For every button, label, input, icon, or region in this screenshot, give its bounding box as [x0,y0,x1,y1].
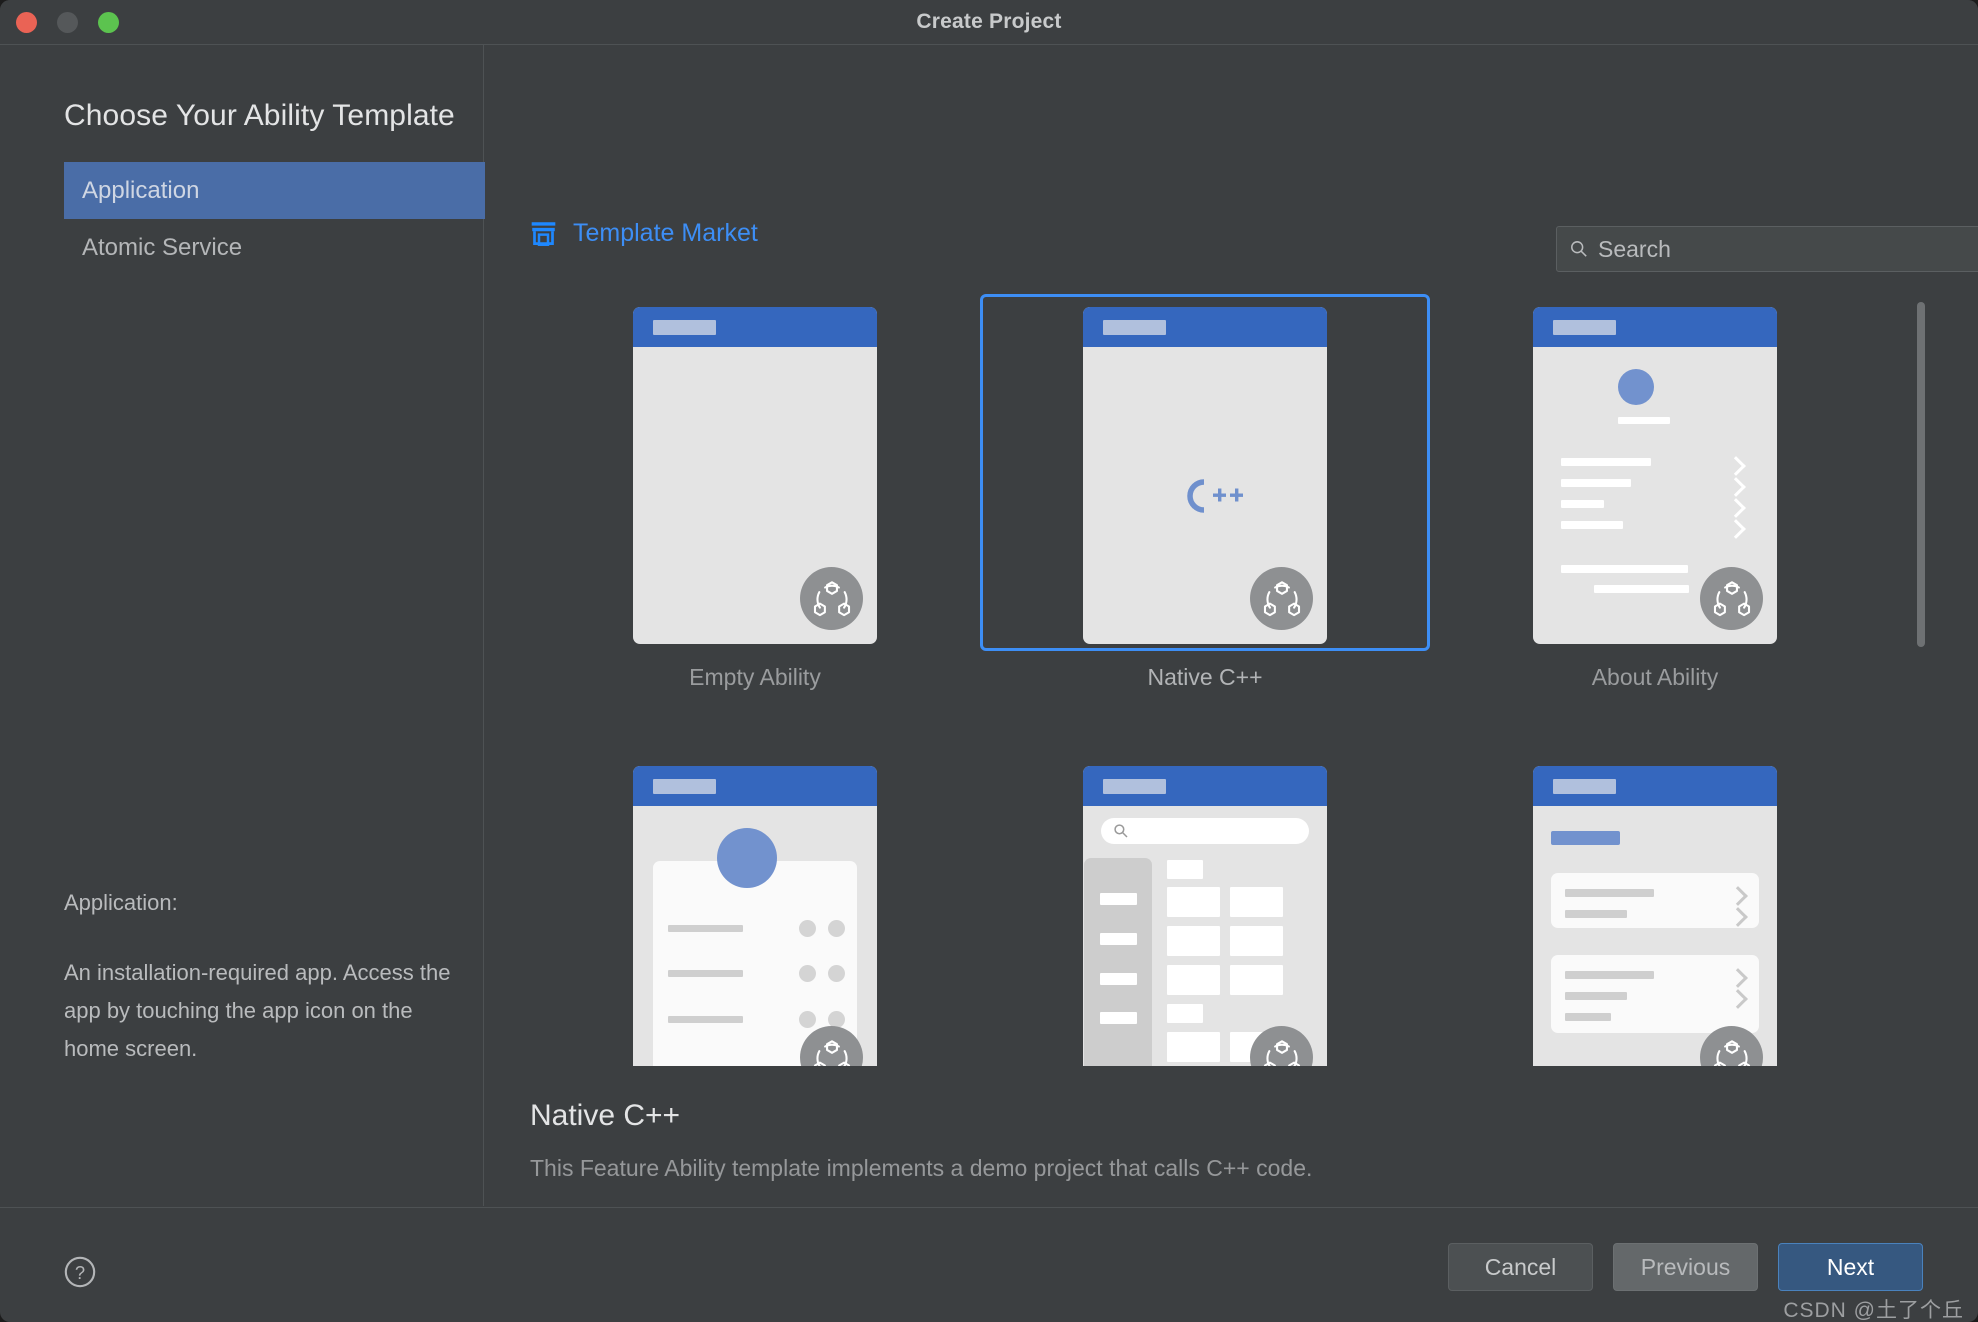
selected-template-title: Native C++ [530,1099,681,1132]
next-button[interactable]: Next [1778,1243,1923,1291]
template-card-about-ability[interactable]: About Ability [1430,294,1880,691]
scrollbar-thumb[interactable] [1917,302,1925,647]
dialog-footer: ? Cancel Previous Next CSDN @土了个丘 [0,1207,1978,1322]
template-preview [633,766,877,1066]
svg-text:?: ? [75,1262,85,1283]
template-preview [1083,307,1327,644]
template-card-empty-ability[interactable]: Empty Ability [530,294,980,691]
template-preview [633,307,877,644]
search-icon [1570,240,1588,258]
harmony-badge-icon [1250,567,1313,630]
window-titlebar: Create Project [0,0,1978,45]
template-card-settings[interactable] [1430,753,1880,1066]
window-title: Create Project [916,10,1062,33]
create-project-window: Create Project Choose Your Ability Templ… [0,0,1978,1322]
template-card-profile[interactable] [530,753,980,1066]
template-pane: Template Market Search Empty Ability Nat… [485,44,1978,1206]
shop-icon [530,220,557,247]
template-grid-scrollbar[interactable] [1917,294,1925,694]
search-input[interactable] [1588,235,1978,263]
template-market-label: Template Market [573,219,758,247]
template-card-label: Native C++ [1147,664,1263,690]
category-description-body: An installation-required app. Access the… [64,960,451,1061]
cpp-logo-icon [1160,472,1250,520]
template-card-label: Empty Ability [689,664,821,690]
category-description: Application: An installation-required ap… [64,884,464,1068]
previous-button[interactable]: Previous [1613,1243,1758,1291]
template-preview [1533,307,1777,644]
harmony-badge-icon [1700,567,1763,630]
selected-template-description: This Feature Ability template implements… [530,1155,1313,1181]
template-grid: Empty Ability Native C++ About Ability [530,294,1880,1066]
template-preview [1533,766,1777,1066]
question-mark-icon[interactable]: ? [63,1255,97,1289]
footer-button-row: Cancel Previous Next [1448,1243,1923,1291]
harmony-badge-icon [800,567,863,630]
search-box[interactable] [1556,226,1978,272]
ability-category-list: Application Atomic Service [64,162,485,276]
template-preview [1083,766,1327,1066]
template-card-catalog[interactable] [980,753,1430,1066]
template-card-label: About Ability [1591,664,1719,690]
search-icon [1113,823,1129,839]
sidebar-item-atomic-service[interactable]: Atomic Service [64,219,485,276]
cancel-button[interactable]: Cancel [1448,1243,1593,1291]
template-market-link[interactable]: Template Market [530,219,758,248]
sidebar: Choose Your Ability Template Application… [0,44,485,1206]
selected-template-info: Native C++ This Feature Ability template… [530,1099,1880,1182]
page-title: Choose Your Ability Template [64,99,455,132]
template-card-native-cpp[interactable]: Native C++ [980,294,1430,691]
template-grid-viewport: Empty Ability Native C++ About Ability [485,294,1978,1066]
sidebar-item-application[interactable]: Application [64,162,485,219]
category-description-title: Application: [64,890,178,915]
watermark: CSDN @土了个丘 [1783,1299,1964,1322]
